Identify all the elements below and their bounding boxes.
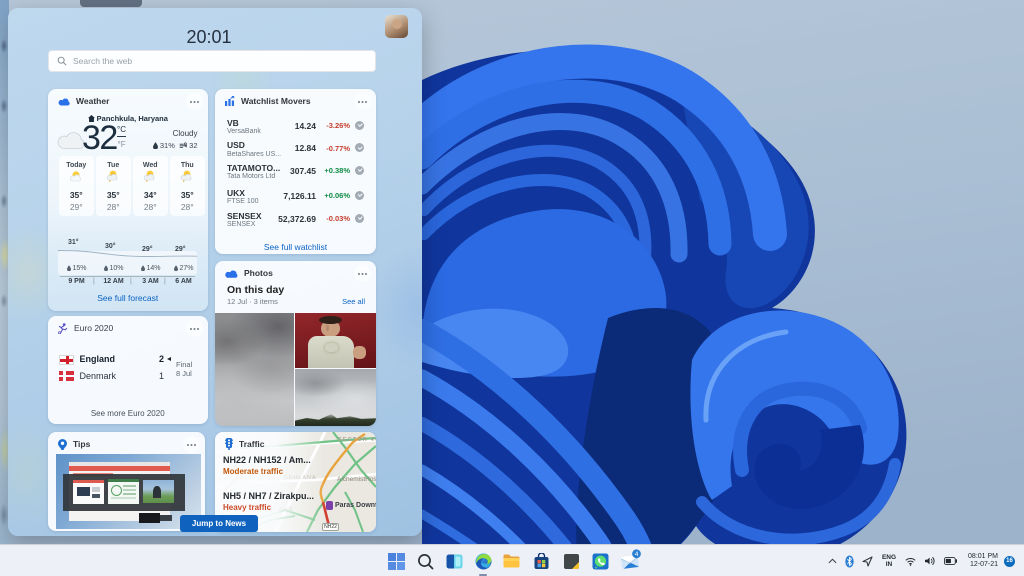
svg-text:AlchemistHos: AlchemistHos (337, 476, 376, 483)
svg-text:4: 4 (635, 551, 639, 558)
svg-text:SECTOR 4O: SECTOR 4O (338, 437, 376, 443)
